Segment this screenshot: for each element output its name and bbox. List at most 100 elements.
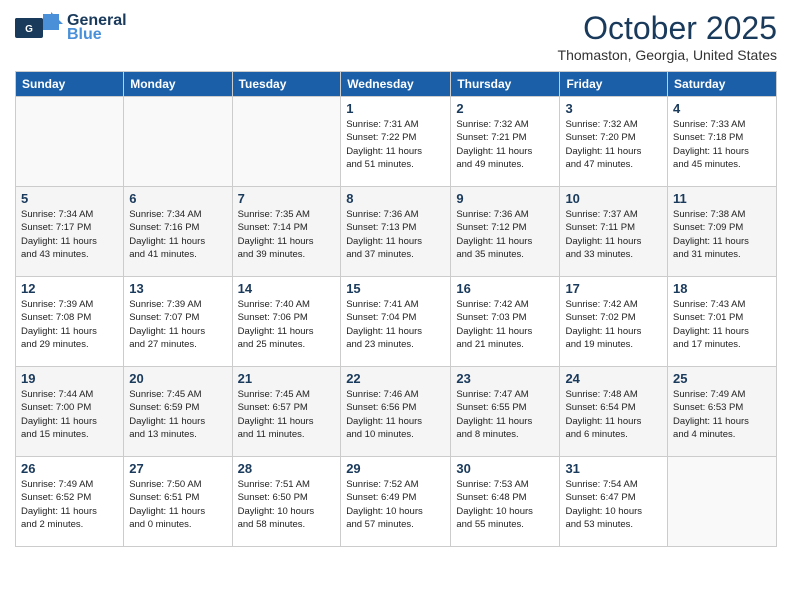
calendar-cell: 9 Sunrise: 7:36 AM Sunset: 7:12 PM Daylig… [451,187,560,277]
day-number: 12 [21,281,118,296]
calendar-cell: 6Sunrise: 7:34 AM Sunset: 7:16 PM Daylig… [124,187,232,277]
weekday-header: Saturday [668,72,777,97]
day-info: Sunrise: 7:38 AM Sunset: 7:09 PM Dayligh… [673,208,771,261]
day-info: Sunrise: 7:42 AM Sunset: 7:03 PM Dayligh… [456,298,554,351]
calendar-cell [16,97,124,187]
calendar-cell: 10Sunrise: 7:37 AM Sunset: 7:11 PM Dayli… [560,187,668,277]
svg-text:G: G [25,24,33,35]
weekday-header: Sunday [16,72,124,97]
day-number: 22 [346,371,445,386]
title-block: October 2025 Thomaston, Georgia, United … [558,10,777,63]
day-info: Sunrise: 7:37 AM Sunset: 7:11 PM Dayligh… [565,208,662,261]
day-number: 6 [129,191,226,206]
calendar-table: SundayMondayTuesdayWednesdayThursdayFrid… [15,71,777,547]
day-number: 11 [673,191,771,206]
day-number: 7 [238,191,336,206]
day-number: 30 [456,461,554,476]
day-number: 24 [565,371,662,386]
day-info: Sunrise: 7:45 AM Sunset: 6:59 PM Dayligh… [129,388,226,441]
day-number: 26 [21,461,118,476]
calendar-cell: 7 Sunrise: 7:35 AM Sunset: 7:14 PM Daylig… [232,187,341,277]
day-info: Sunrise: 7:45 AM Sunset: 6:57 PM Dayligh… [238,388,336,441]
logo: G General Blue [15,10,127,46]
calendar-cell: 17 Sunrise: 7:42 AM Sunset: 7:02 PM Dayli… [560,277,668,367]
calendar-cell: 31Sunrise: 7:54 AM Sunset: 6:47 PM Dayli… [560,457,668,547]
day-info: Sunrise: 7:42 AM Sunset: 7:02 PM Dayligh… [565,298,662,351]
calendar-cell: 28Sunrise: 7:51 AM Sunset: 6:50 PM Dayli… [232,457,341,547]
calendar-cell: 1Sunrise: 7:31 AM Sunset: 7:22 PM Daylig… [341,97,451,187]
day-info: Sunrise: 7:41 AM Sunset: 7:04 PM Dayligh… [346,298,445,351]
calendar-cell [124,97,232,187]
day-number: 14 [238,281,336,296]
day-number: 15 [346,281,445,296]
day-number: 23 [456,371,554,386]
day-number: 17 [565,281,662,296]
calendar-week-row: 19 Sunrise: 7:44 AM Sunset: 7:00 PM Dayli… [16,367,777,457]
calendar-cell: 16 Sunrise: 7:42 AM Sunset: 7:03 PM Dayli… [451,277,560,367]
day-info: Sunrise: 7:50 AM Sunset: 6:51 PM Dayligh… [129,478,226,531]
calendar-cell: 11 Sunrise: 7:38 AM Sunset: 7:09 PM Dayli… [668,187,777,277]
calendar-week-row: 26Sunrise: 7:49 AM Sunset: 6:52 PM Dayli… [16,457,777,547]
day-info: Sunrise: 7:49 AM Sunset: 6:53 PM Dayligh… [673,388,771,441]
day-info: Sunrise: 7:52 AM Sunset: 6:49 PM Dayligh… [346,478,445,531]
calendar-cell [232,97,341,187]
weekday-header: Monday [124,72,232,97]
day-number: 16 [456,281,554,296]
calendar-cell: 27Sunrise: 7:50 AM Sunset: 6:51 PM Dayli… [124,457,232,547]
day-info: Sunrise: 7:35 AM Sunset: 7:14 PM Dayligh… [238,208,336,261]
day-info: Sunrise: 7:47 AM Sunset: 6:55 PM Dayligh… [456,388,554,441]
day-number: 19 [21,371,118,386]
calendar-cell: 24 Sunrise: 7:48 AM Sunset: 6:54 PM Dayli… [560,367,668,457]
day-info: Sunrise: 7:39 AM Sunset: 7:07 PM Dayligh… [129,298,226,351]
calendar-week-row: 12 Sunrise: 7:39 AM Sunset: 7:08 PM Dayli… [16,277,777,367]
day-info: Sunrise: 7:43 AM Sunset: 7:01 PM Dayligh… [673,298,771,351]
day-info: Sunrise: 7:33 AM Sunset: 7:18 PM Dayligh… [673,118,771,171]
day-info: Sunrise: 7:32 AM Sunset: 7:21 PM Dayligh… [456,118,554,171]
calendar-cell: 21Sunrise: 7:45 AM Sunset: 6:57 PM Dayli… [232,367,341,457]
day-info: Sunrise: 7:36 AM Sunset: 7:12 PM Dayligh… [456,208,554,261]
day-number: 20 [129,371,226,386]
calendar-cell: 29 Sunrise: 7:52 AM Sunset: 6:49 PM Dayli… [341,457,451,547]
day-number: 29 [346,461,445,476]
day-number: 8 [346,191,445,206]
calendar-cell: 25 Sunrise: 7:49 AM Sunset: 6:53 PM Dayli… [668,367,777,457]
logo-icon: G [15,10,63,46]
calendar-cell: 5Sunrise: 7:34 AM Sunset: 7:17 PM Daylig… [16,187,124,277]
day-info: Sunrise: 7:31 AM Sunset: 7:22 PM Dayligh… [346,118,445,171]
calendar-cell: 8Sunrise: 7:36 AM Sunset: 7:13 PM Daylig… [341,187,451,277]
weekday-header: Wednesday [341,72,451,97]
calendar-cell: 13 Sunrise: 7:39 AM Sunset: 7:07 PM Dayli… [124,277,232,367]
calendar-week-row: 5Sunrise: 7:34 AM Sunset: 7:17 PM Daylig… [16,187,777,277]
calendar-week-row: 1Sunrise: 7:31 AM Sunset: 7:22 PM Daylig… [16,97,777,187]
calendar-cell: 3Sunrise: 7:32 AM Sunset: 7:20 PM Daylig… [560,97,668,187]
weekday-header: Thursday [451,72,560,97]
day-number: 18 [673,281,771,296]
day-number: 4 [673,101,771,116]
day-info: Sunrise: 7:44 AM Sunset: 7:00 PM Dayligh… [21,388,118,441]
day-number: 31 [565,461,662,476]
day-number: 9 [456,191,554,206]
calendar-cell: 15 Sunrise: 7:41 AM Sunset: 7:04 PM Dayli… [341,277,451,367]
day-info: Sunrise: 7:34 AM Sunset: 7:17 PM Dayligh… [21,208,118,261]
calendar-cell: 22 Sunrise: 7:46 AM Sunset: 6:56 PM Dayli… [341,367,451,457]
day-number: 28 [238,461,336,476]
month-title: October 2025 [558,10,777,47]
calendar-cell: 12 Sunrise: 7:39 AM Sunset: 7:08 PM Dayli… [16,277,124,367]
calendar-cell: 4 Sunrise: 7:33 AM Sunset: 7:18 PM Daylig… [668,97,777,187]
day-number: 13 [129,281,226,296]
day-info: Sunrise: 7:46 AM Sunset: 6:56 PM Dayligh… [346,388,445,441]
day-info: Sunrise: 7:39 AM Sunset: 7:08 PM Dayligh… [21,298,118,351]
calendar-cell [668,457,777,547]
day-number: 25 [673,371,771,386]
calendar-cell: 2 Sunrise: 7:32 AM Sunset: 7:21 PM Daylig… [451,97,560,187]
day-info: Sunrise: 7:32 AM Sunset: 7:20 PM Dayligh… [565,118,662,171]
calendar-cell: 20 Sunrise: 7:45 AM Sunset: 6:59 PM Dayli… [124,367,232,457]
calendar-cell: 18 Sunrise: 7:43 AM Sunset: 7:01 PM Dayli… [668,277,777,367]
day-number: 2 [456,101,554,116]
location-title: Thomaston, Georgia, United States [558,47,777,63]
day-info: Sunrise: 7:48 AM Sunset: 6:54 PM Dayligh… [565,388,662,441]
day-info: Sunrise: 7:40 AM Sunset: 7:06 PM Dayligh… [238,298,336,351]
calendar-cell: 23 Sunrise: 7:47 AM Sunset: 6:55 PM Dayli… [451,367,560,457]
calendar-cell: 19 Sunrise: 7:44 AM Sunset: 7:00 PM Dayli… [16,367,124,457]
weekday-header-row: SundayMondayTuesdayWednesdayThursdayFrid… [16,72,777,97]
